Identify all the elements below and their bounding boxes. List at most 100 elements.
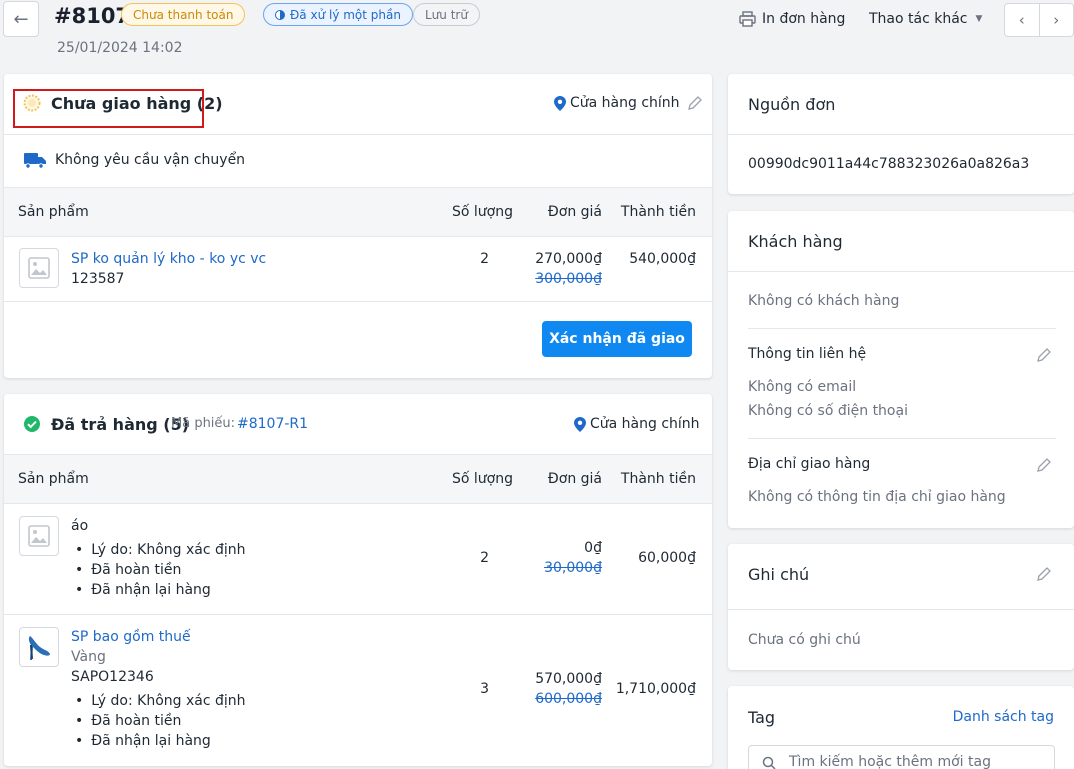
product-sku: 123587 bbox=[71, 271, 125, 287]
table-row: SP bao gồm thuế Vàng SAPO12346 Lý do: Kh… bbox=[4, 615, 712, 765]
back-button[interactable]: ← bbox=[3, 1, 39, 37]
payment-status-badge: Chưa thanh toán bbox=[121, 3, 246, 26]
prev-order-button[interactable]: ‹ bbox=[1005, 4, 1039, 36]
edit-address-icon[interactable] bbox=[1036, 457, 1052, 473]
return-notes: Lý do: Không xác định Đã hoàn tiền Đã nh… bbox=[75, 691, 246, 751]
fulfillment-status-label: Đã xử lý một phần bbox=[290, 7, 401, 22]
no-address-text: Không có thông tin địa chỉ giao hàng bbox=[748, 489, 1006, 505]
col-product: Sản phẩm bbox=[18, 204, 89, 220]
product-thumbnail bbox=[19, 627, 59, 667]
product-name-link[interactable]: SP bao gồm thuế bbox=[71, 629, 191, 645]
ticket-code-link[interactable]: #8107-R1 bbox=[237, 416, 308, 432]
edit-contact-icon[interactable] bbox=[1036, 347, 1052, 363]
divider bbox=[748, 438, 1056, 439]
tag-search-input[interactable]: Tìm kiếm hoặc thêm mới tag bbox=[748, 745, 1055, 769]
product-name: áo bbox=[71, 518, 89, 534]
product-total: 1,710,000₫ bbox=[615, 681, 696, 697]
list-item: Lý do: Không xác định bbox=[75, 691, 245, 711]
product-original-price: 300,000₫ bbox=[535, 271, 602, 287]
product-total: 60,000₫ bbox=[638, 550, 696, 566]
list-item: Đã nhận lại hàng bbox=[75, 580, 246, 600]
table-row: áo Lý do: Không xác định Đã hoàn tiền Đã… bbox=[4, 504, 712, 614]
tag-search-placeholder: Tìm kiếm hoặc thêm mới tag bbox=[789, 754, 991, 769]
divider bbox=[4, 301, 712, 302]
col-unit-price: Đơn giá bbox=[547, 204, 602, 220]
customer-title: Khách hàng bbox=[748, 232, 843, 251]
col-quantity: Số lượng bbox=[452, 471, 513, 487]
divider bbox=[728, 271, 1074, 272]
archive-badge: Lưu trữ bbox=[413, 3, 480, 26]
col-product: Sản phẩm bbox=[18, 471, 89, 487]
more-actions-label: Thao tác khác bbox=[869, 11, 968, 27]
half-circle-icon bbox=[275, 9, 285, 20]
col-quantity: Số lượng bbox=[452, 204, 513, 220]
no-phone-text: Không có số điện thoại bbox=[748, 403, 908, 419]
highlight-box bbox=[13, 89, 204, 128]
list-item: Lý do: Không xác định bbox=[75, 540, 245, 560]
contact-info-title: Thông tin liên hệ bbox=[748, 346, 867, 362]
print-order-button[interactable]: In đơn hàng bbox=[739, 11, 845, 27]
list-item: Đã nhận lại hàng bbox=[75, 731, 246, 751]
product-sku: SAPO12346 bbox=[71, 669, 154, 685]
list-item: Đã hoàn tiền bbox=[75, 711, 246, 731]
table-header: Sản phẩm Số lượng Đơn giá Thành tiền bbox=[4, 454, 712, 504]
product-total: 540,000₫ bbox=[629, 251, 696, 267]
search-icon bbox=[762, 756, 776, 769]
shipping-address-title: Địa chỉ giao hàng bbox=[748, 456, 871, 472]
product-thumbnail bbox=[19, 516, 59, 556]
more-actions-dropdown[interactable]: Thao tác khác ▼ bbox=[869, 11, 982, 27]
confirm-delivered-button[interactable]: Xác nhận đã giao bbox=[542, 321, 692, 357]
divider bbox=[748, 328, 1056, 329]
col-total: Thành tiền bbox=[620, 471, 696, 487]
unfulfilled-location-label: Cửa hàng chính bbox=[570, 95, 680, 111]
table-row: SP ko quản lý kho - ko yc vc 123587 2 27… bbox=[4, 237, 712, 302]
truck-icon bbox=[24, 153, 46, 169]
product-unit-price: 270,000₫ bbox=[535, 251, 602, 267]
product-quantity: 3 bbox=[480, 681, 489, 697]
product-unit-price: 0₫ bbox=[584, 540, 602, 556]
divider bbox=[728, 134, 1074, 135]
product-original-price: 600,000₫ bbox=[535, 691, 602, 707]
product-thumbnail bbox=[19, 248, 59, 288]
returned-location-label: Cửa hàng chính bbox=[590, 416, 700, 432]
location-pin-icon bbox=[554, 95, 566, 111]
print-order-label: In đơn hàng bbox=[762, 11, 846, 27]
divider bbox=[728, 609, 1074, 610]
printer-icon bbox=[739, 11, 756, 27]
returned-title: Đã trả hàng (5) bbox=[51, 415, 190, 434]
high-heel-shoe-icon bbox=[28, 636, 50, 660]
product-quantity: 2 bbox=[480, 550, 489, 566]
product-variant: Vàng bbox=[71, 649, 106, 665]
tag-list-link[interactable]: Danh sách tag bbox=[953, 709, 1054, 725]
product-original-price: 30,000₫ bbox=[544, 560, 602, 576]
next-order-button[interactable]: › bbox=[1038, 4, 1074, 36]
return-notes: Lý do: Không xác định Đã hoàn tiền Đã nh… bbox=[75, 540, 246, 600]
order-pager: ‹ › bbox=[1004, 3, 1074, 37]
order-source-value: 00990dc9011a44c788323026a0a826a3 bbox=[748, 156, 1030, 172]
list-item: Đã hoàn tiền bbox=[75, 560, 246, 580]
customer-card: Khách hàng Không có khách hàng Thông tin… bbox=[728, 211, 1074, 528]
product-unit-price: 570,000₫ bbox=[535, 671, 602, 687]
ticket-label: Mã phiếu: bbox=[171, 416, 236, 431]
edit-notes-icon[interactable] bbox=[1036, 566, 1052, 582]
tags-card: Tag Danh sách tag Tìm kiếm hoặc thêm mới… bbox=[728, 686, 1074, 769]
order-date: 25/01/2024 14:02 bbox=[57, 40, 183, 56]
order-source-card: Nguồn đơn 00990dc9011a44c788323026a0a826… bbox=[728, 74, 1074, 194]
edit-location-icon[interactable] bbox=[687, 95, 703, 111]
col-total: Thành tiền bbox=[620, 204, 696, 220]
image-placeholder-icon bbox=[28, 525, 50, 547]
notes-title: Ghi chú bbox=[748, 565, 810, 584]
order-title: #8107 bbox=[54, 4, 131, 28]
product-name-link[interactable]: SP ko quản lý kho - ko yc vc bbox=[71, 251, 266, 267]
product-quantity: 2 bbox=[480, 251, 489, 267]
table-header: Sản phẩm Số lượng Đơn giá Thành tiền bbox=[4, 187, 712, 237]
no-customer-text: Không có khách hàng bbox=[748, 293, 900, 309]
unfulfilled-location: Cửa hàng chính bbox=[554, 95, 703, 111]
col-unit-price: Đơn giá bbox=[547, 471, 602, 487]
divider bbox=[4, 134, 712, 135]
returned-card: Đã trả hàng (5) Mã phiếu: #8107-R1 Cửa h… bbox=[4, 394, 712, 766]
order-source-title: Nguồn đơn bbox=[748, 95, 836, 114]
check-circle-icon bbox=[24, 416, 40, 432]
returned-location: Cửa hàng chính bbox=[574, 416, 700, 432]
fulfillment-status-badge: Đã xử lý một phần bbox=[263, 3, 413, 26]
